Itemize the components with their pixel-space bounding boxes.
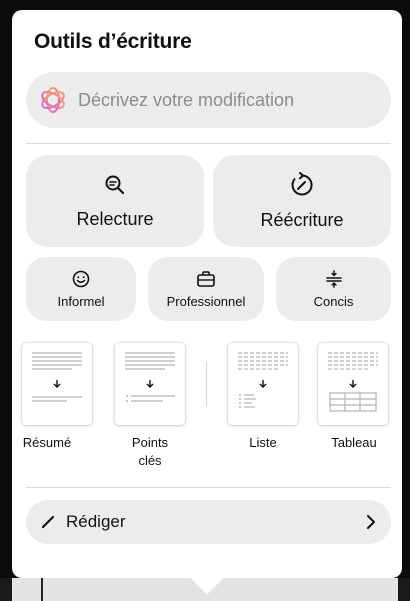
rewrite-label: Réécriture (260, 209, 344, 230)
format-separator (206, 362, 207, 406)
proofread-button[interactable]: Relecture (26, 155, 204, 247)
bottom-divider (26, 487, 391, 488)
magnifier-icon (105, 175, 125, 194)
compose-label: Rédiger (66, 512, 126, 531)
popover-title: Outils d’écriture (34, 30, 192, 53)
table-doc-icon (328, 352, 378, 412)
describe-change-input[interactable]: Décrivez votre modification (26, 72, 391, 128)
list-card[interactable] (228, 343, 298, 425)
smiley-icon (72, 270, 90, 287)
rewrite-button[interactable]: Réécriture (213, 155, 391, 247)
tone-professional-label: Professionnel (166, 293, 246, 309)
summary-doc-icon (32, 352, 82, 402)
summary-card[interactable] (22, 343, 92, 425)
briefcase-icon (197, 270, 215, 287)
describe-change-placeholder: Décrivez votre modification (78, 89, 295, 110)
tone-informal-button[interactable]: Informel (26, 257, 136, 321)
pencil-icon (41, 515, 55, 529)
background-divider (41, 578, 43, 601)
key-points-label: Points clés (131, 435, 169, 468)
proofread-label: Relecture (76, 208, 154, 229)
tone-concise-button[interactable]: Concis (276, 257, 391, 321)
table-label: Tableau (331, 435, 377, 450)
list-label: Liste (249, 435, 277, 450)
divide-icon (325, 269, 342, 288)
tone-professional-button[interactable]: Professionnel (148, 257, 264, 321)
key-points-doc-icon (125, 352, 175, 402)
sparkle-flower-icon (41, 87, 65, 113)
top-divider (26, 143, 391, 144)
chevron-right-icon (367, 515, 375, 529)
compose-button[interactable]: Rédiger (26, 500, 391, 544)
table-card[interactable] (318, 343, 388, 425)
writing-tools-popover: Outils d’écriture Décrivez votre modific… (12, 10, 402, 578)
rewrite-arrow-icon (291, 171, 313, 195)
list-doc-icon (238, 352, 288, 408)
tone-informal-label: Informel (57, 293, 105, 309)
tone-concise-label: Concis (313, 293, 354, 309)
summary-label: Résumé (22, 435, 72, 450)
key-points-card[interactable] (115, 343, 185, 425)
